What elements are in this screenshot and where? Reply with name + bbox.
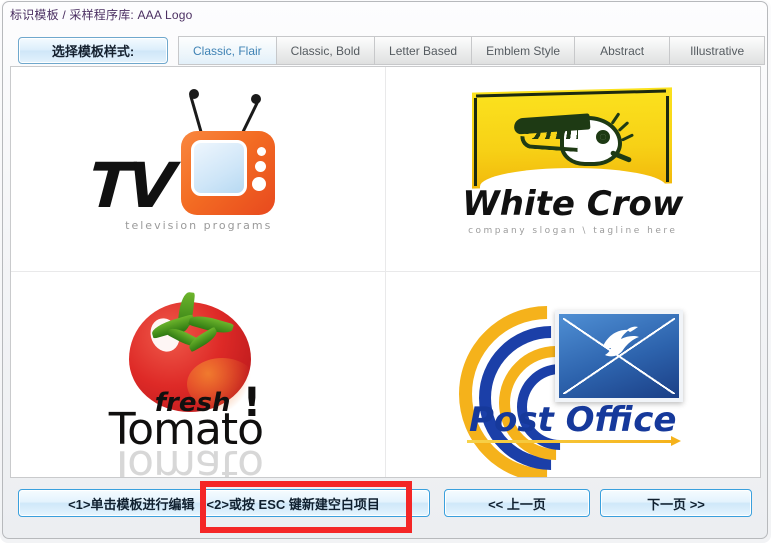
crow-pupil-icon (599, 134, 606, 140)
window-title: 标识模板 / 采样程序库: AAA Logo (10, 7, 193, 22)
crow-frame-right (665, 96, 669, 182)
select-template-style-button[interactable]: 选择模板样式: (18, 37, 168, 64)
tv-knob-icon (251, 176, 266, 191)
tv-logo-title: TV (86, 148, 174, 222)
template-item-white-crow[interactable]: White Crow company slogan \ tagline here (385, 67, 761, 272)
dove-icon (603, 326, 640, 357)
template-item-post-office[interactable]: Post Office (386, 272, 761, 477)
tab-illustrative[interactable]: Illustrative (670, 36, 766, 65)
crow-crest-icon (617, 121, 630, 132)
tab-emblem-style[interactable]: Emblem Style (472, 36, 576, 65)
instruction-button[interactable]: <1>单击模板进行编辑 <2>或按 ESC 键新建空白项目 (18, 489, 430, 517)
footer-toolbar: <1>单击模板进行编辑 <2>或按 ESC 键新建空白项目 << 上一页 下一页… (4, 480, 767, 538)
post-arrow-icon (467, 436, 682, 446)
post-office-logo: Post Office (386, 272, 761, 477)
title-bar: 标识模板 / 采样程序库: AAA Logo (10, 4, 710, 24)
television-icon (180, 130, 275, 215)
app-window: 标识模板 / 采样程序库: AAA Logo 选择模板样式: Classic, … (0, 0, 771, 543)
tv-logo: TV television programs (11, 67, 385, 271)
template-gallery-panel: TV television programs White Crow compan… (10, 66, 761, 478)
tab-abstract[interactable]: Abstract (575, 36, 671, 65)
crow-logo-tagline: company slogan \ tagline here (468, 226, 678, 236)
instruction-new-blank-text: <2>或按 ESC 键新建空白项目 (206, 496, 380, 512)
style-tab-list: Classic, Flair Classic, Bold Letter Base… (178, 36, 766, 65)
template-grid: TV television programs White Crow compan… (11, 67, 760, 477)
instruction-edit-text: <1>单击模板进行编辑 (68, 496, 195, 512)
crow-crest-icon (620, 133, 634, 142)
post-logo-title: Post Office (469, 400, 677, 440)
template-item-tomato[interactable]: fresh ! Tomato Tomato (11, 272, 386, 477)
tv-logo-tagline: television programs (125, 218, 273, 232)
tv-knob-icon (254, 160, 266, 172)
crow-frame-left (473, 98, 477, 186)
crow-bird-icon (513, 112, 634, 170)
white-crow-logo: White Crow company slogan \ tagline here (386, 67, 761, 271)
style-toolbar: 选择模板样式: Classic, Flair Classic, Bold Let… (8, 36, 766, 66)
tomato-logo-reflection: Tomato (108, 439, 264, 478)
crow-crest-icon (610, 112, 621, 125)
tomato-logo: fresh ! Tomato Tomato (11, 272, 385, 477)
crow-logo-title: White Crow (462, 184, 684, 224)
tv-screen-icon (190, 139, 247, 196)
template-item-tv[interactable]: TV television programs (11, 67, 386, 272)
previous-page-button[interactable]: << 上一页 (444, 489, 590, 517)
tab-classic-bold[interactable]: Classic, Bold (276, 36, 376, 65)
tab-classic-flair[interactable]: Classic, Flair (178, 36, 277, 65)
next-page-button[interactable]: 下一页 >> (600, 489, 752, 517)
tv-knob-icon (256, 146, 266, 156)
tab-letter-based[interactable]: Letter Based (375, 36, 473, 65)
